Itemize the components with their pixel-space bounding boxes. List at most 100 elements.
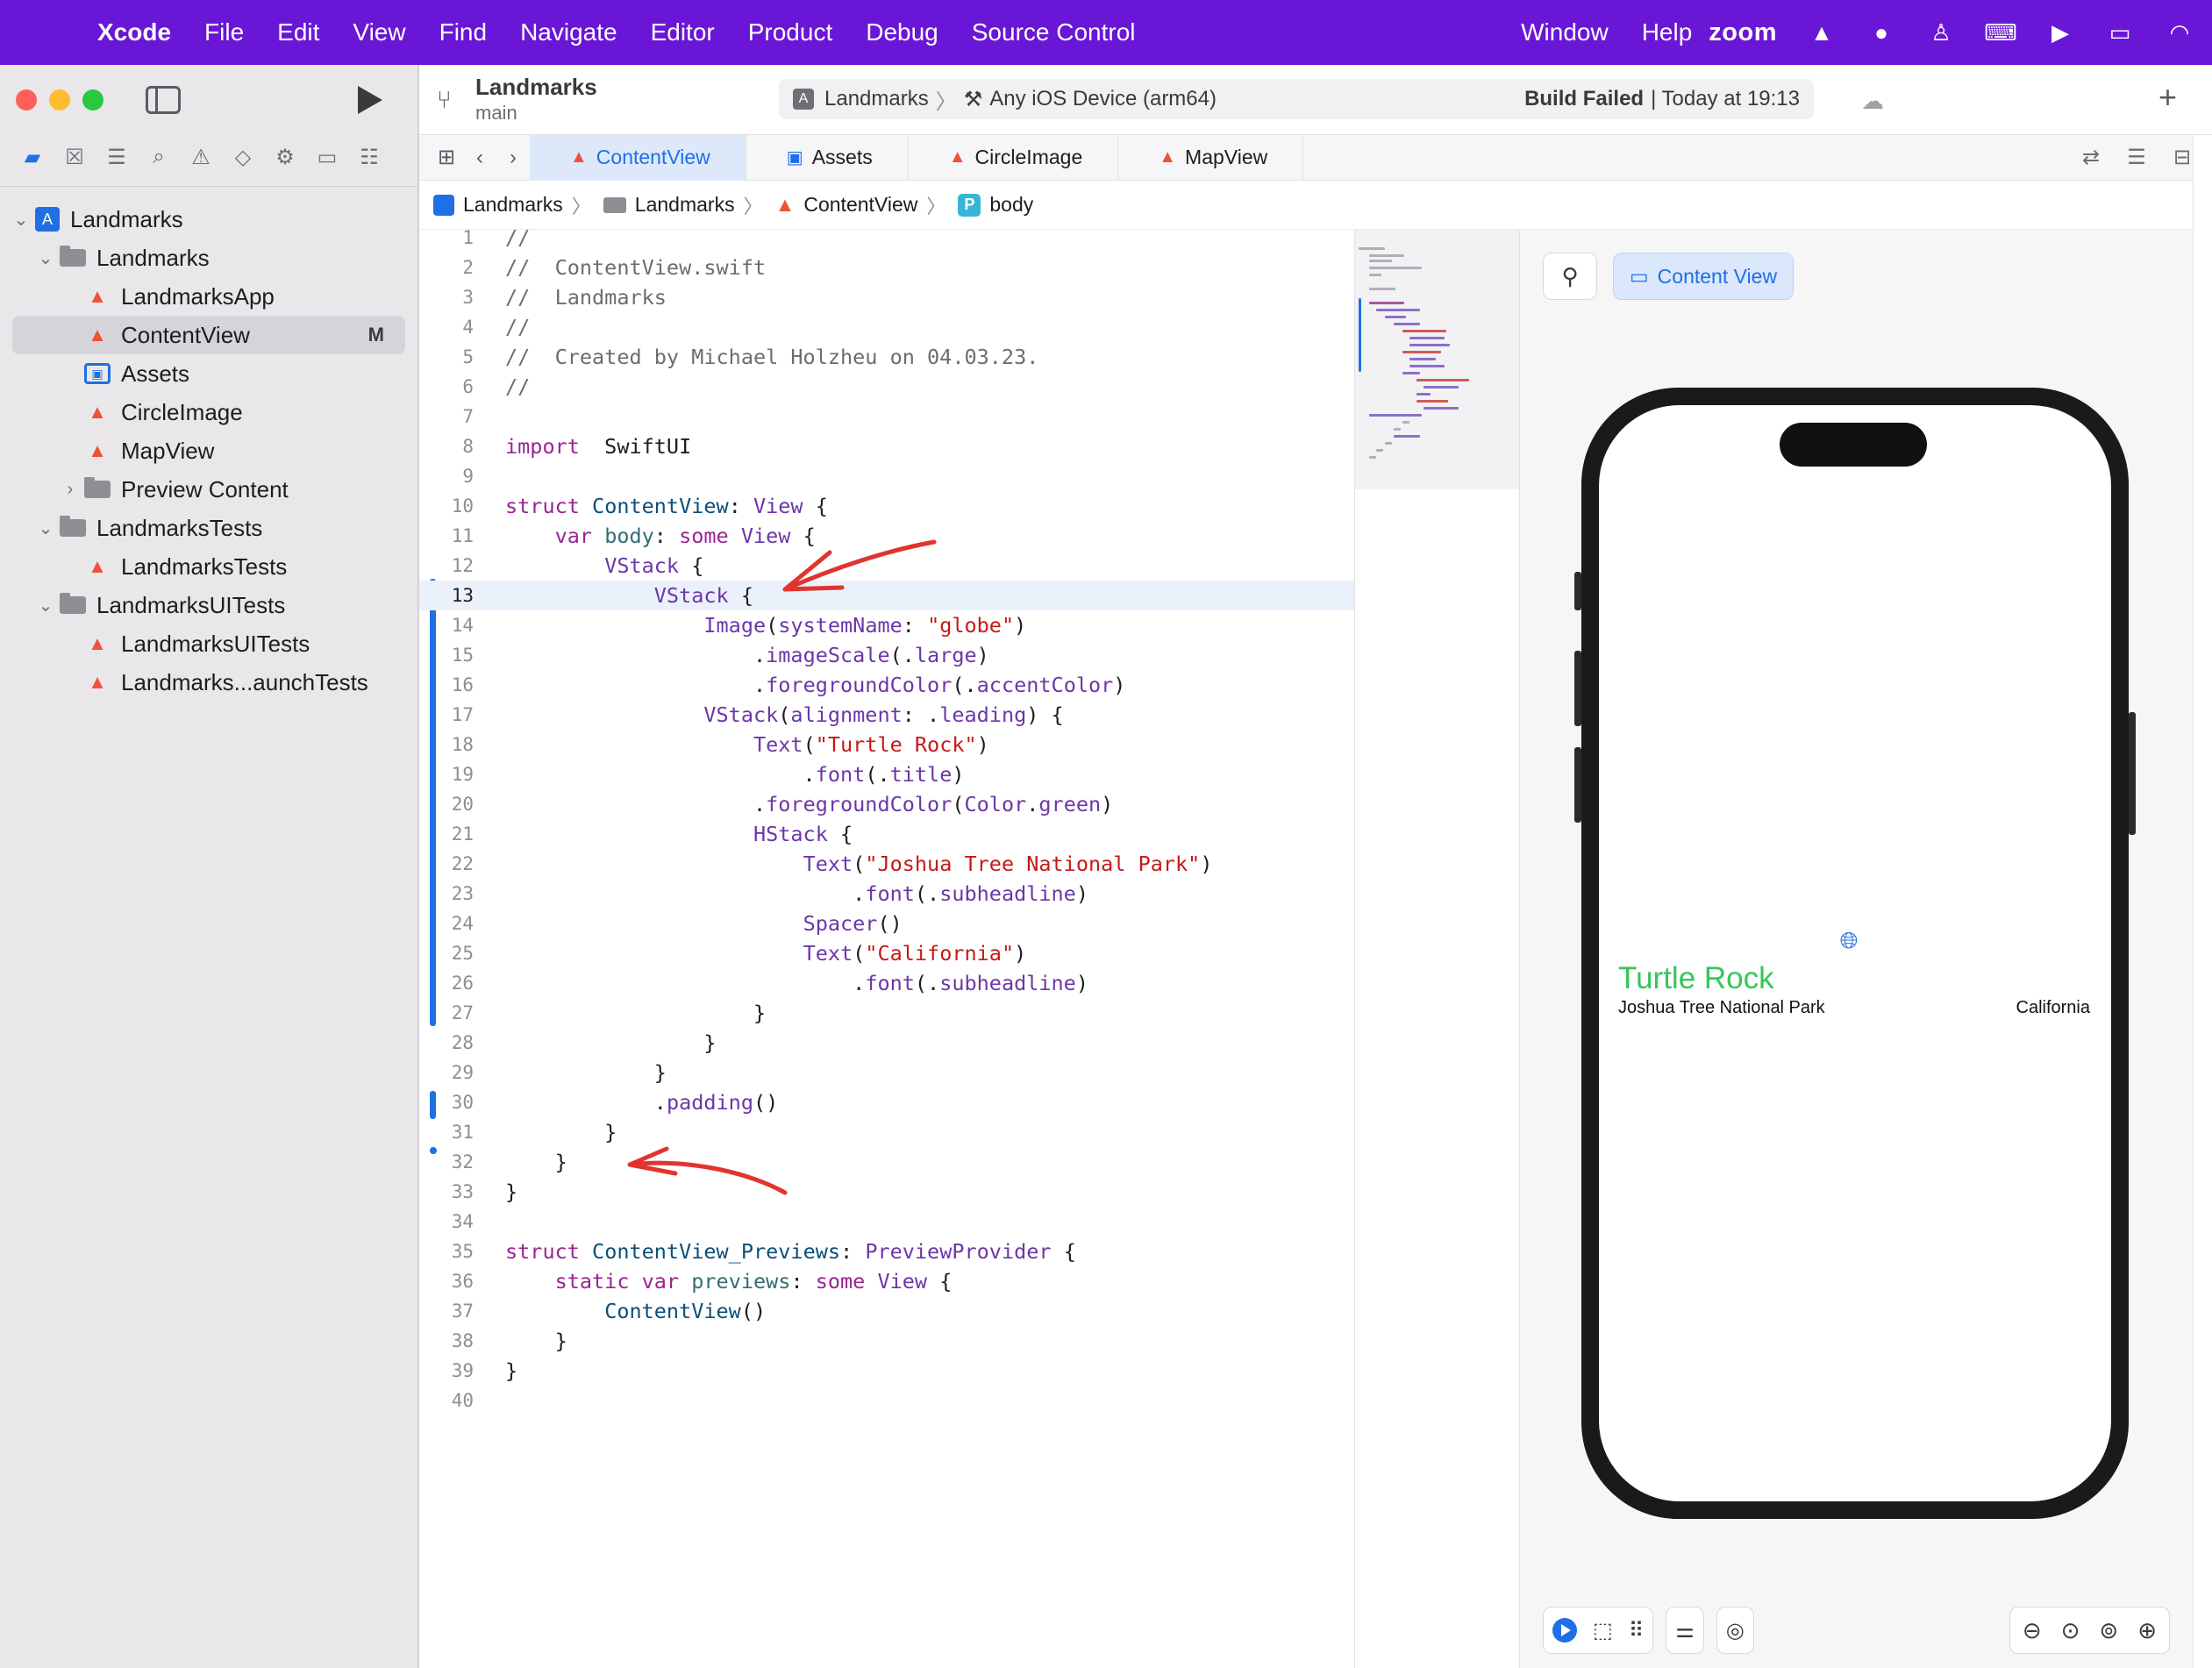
scheme-selector[interactable]: Landmarks [824, 87, 929, 111]
chevron-right-icon[interactable]: › [61, 480, 79, 500]
destination-selector[interactable]: Any iOS Device (arm64) [989, 87, 1217, 111]
location-icon[interactable]: ● [1866, 18, 1896, 47]
keyboard-icon[interactable]: ⌨ [1984, 18, 2017, 47]
variants-icon[interactable]: ⠿ [1629, 1618, 1645, 1643]
add-library-icon[interactable]: + [2158, 79, 2177, 116]
tree-item[interactable]: ▲ MapView [0, 431, 417, 470]
code-line[interactable]: 1 // [419, 223, 1354, 253]
code-line[interactable]: 26 .font(.subheadline) [419, 968, 1354, 998]
crumb-symbol[interactable]: P body [958, 193, 1033, 217]
minimap[interactable] [1354, 230, 1519, 489]
code-line[interactable]: 31 } [419, 1117, 1354, 1147]
zoom-out-icon[interactable]: ⊖ [2023, 1617, 2042, 1644]
menu-app-name[interactable]: Xcode [81, 18, 188, 46]
zoom-fit-icon[interactable]: ⊚ [2099, 1617, 2118, 1644]
code-line[interactable]: 13 VStack { [419, 581, 1354, 610]
tree-item[interactable]: ⌄ LandmarksTests [0, 509, 417, 547]
menu-editor[interactable]: Editor [634, 18, 731, 46]
device-icon[interactable]: ◎ [1726, 1618, 1745, 1643]
code-line[interactable]: 23 .font(.subheadline) [419, 879, 1354, 909]
tab-mapview[interactable]: ▲ MapView [1118, 134, 1304, 181]
minimize-window-button[interactable] [49, 89, 70, 110]
crumb-project[interactable]: Landmarks [433, 193, 563, 217]
drive-icon[interactable]: ▲ [1807, 18, 1837, 47]
tree-item[interactable]: ▲ LandmarksUITests [0, 624, 417, 663]
menu-window[interactable]: Window [1504, 18, 1625, 46]
chevron-down-icon[interactable]: ⌄ [37, 247, 54, 269]
zoom-window-button[interactable] [82, 89, 103, 110]
code-line[interactable]: 5 // Created by Michael Holzheu on 04.03.… [419, 342, 1354, 372]
branch-name[interactable]: main [475, 102, 517, 125]
tree-item[interactable]: › Preview Content [0, 470, 417, 509]
code-line[interactable]: 3 // Landmarks [419, 282, 1354, 312]
close-window-button[interactable] [16, 89, 37, 110]
code-line[interactable]: 24 Spacer() [419, 909, 1354, 938]
code-line[interactable]: 37 ContentView() [419, 1296, 1354, 1326]
related-items-icon[interactable]: ⊞ [430, 145, 463, 170]
source-editor[interactable]: 1 // 2 // ContentView.swift 3 // Landmarks 4 //… [419, 225, 1354, 1668]
chevron-down-icon[interactable]: ⌄ [37, 517, 54, 539]
menu-debug[interactable]: Debug [849, 18, 955, 46]
code-line[interactable]: 38 } [419, 1326, 1354, 1356]
code-line[interactable]: 16 .foregroundColor(.accentColor) [419, 670, 1354, 700]
find-navigator-icon[interactable]: ⌕ [147, 145, 170, 168]
code-line[interactable]: 21 HStack { [419, 819, 1354, 849]
tree-item[interactable]: ▲ LandmarksTests [0, 547, 417, 586]
code-line[interactable]: 17 VStack(alignment: .leading) { [419, 700, 1354, 730]
code-line[interactable]: 15 .imageScale(.large) [419, 640, 1354, 670]
wifi-icon[interactable]: ◠ [2165, 18, 2194, 47]
report-navigator-icon[interactable]: ☷ [358, 146, 381, 169]
code-line[interactable]: 18 Text("Turtle Rock") [419, 730, 1354, 759]
tab-circleimage[interactable]: ▲ CircleImage [909, 134, 1119, 181]
code-line[interactable]: 8 import SwiftUI [419, 431, 1354, 461]
tree-item[interactable]: ⌄ A Landmarks [0, 200, 417, 239]
source-control-navigator-icon[interactable]: ☒ [63, 146, 86, 169]
tree-item[interactable]: ▣ Assets [0, 354, 417, 393]
breakpoint-navigator-icon[interactable]: ▭ [316, 146, 339, 169]
menu-navigate[interactable]: Navigate [503, 18, 634, 46]
code-line[interactable]: 33} [419, 1177, 1354, 1207]
project-name[interactable]: Landmarks [475, 74, 597, 101]
crumb-group[interactable]: Landmarks [603, 193, 735, 217]
tab-contentview[interactable]: ▲ ContentView [530, 134, 746, 181]
code-line[interactable]: 6 // [419, 372, 1354, 402]
code-line[interactable]: 10 struct ContentView: View { [419, 491, 1354, 521]
tree-item[interactable]: ▲ CircleImage [0, 393, 417, 431]
back-icon[interactable]: ‹ [463, 146, 496, 170]
live-preview-icon[interactable] [1552, 1618, 1577, 1643]
debug-navigator-icon[interactable]: ⚙ [274, 146, 296, 169]
code-line[interactable]: 35 struct ContentView_Previews: PreviewPr… [419, 1237, 1354, 1266]
code-line[interactable]: 14 Image(systemName: "globe") [419, 610, 1354, 640]
symbol-navigator-icon[interactable]: ☰ [105, 146, 128, 169]
menu-file[interactable]: File [188, 18, 260, 46]
cloud-icon[interactable]: ☁ [1861, 88, 1884, 115]
code-line[interactable]: 20 .foregroundColor(Color.green) [419, 789, 1354, 819]
code-line[interactable]: 9 [419, 461, 1354, 491]
tree-item[interactable]: ⌄ Landmarks [0, 239, 417, 277]
chevron-down-icon[interactable]: ⌄ [12, 209, 30, 231]
battery-icon[interactable]: ▭ [2105, 18, 2135, 47]
code-line[interactable]: 30 .padding() [419, 1087, 1354, 1117]
tab-assets[interactable]: ▣ Assets [746, 134, 909, 181]
run-button[interactable] [358, 86, 382, 114]
play-circle-icon[interactable]: ▶ [2045, 18, 2075, 47]
code-line[interactable]: 2 // ContentView.swift [419, 253, 1354, 282]
code-line[interactable]: 36 static var previews: some View { [419, 1266, 1354, 1296]
train-icon[interactable]: ♙ [1926, 18, 1956, 47]
zoom-tray-label[interactable]: zoom [1709, 18, 1777, 47]
tree-item[interactable]: ▲ LandmarksApp [0, 277, 417, 316]
code-line[interactable]: 4 // [419, 312, 1354, 342]
code-line[interactable]: 40 [419, 1386, 1354, 1415]
zoom-in-icon[interactable]: ⊕ [2137, 1617, 2157, 1644]
test-navigator-icon[interactable]: ◇ [232, 146, 254, 169]
sidebar-toggle-icon[interactable] [146, 86, 181, 114]
zoom-actual-icon[interactable]: ⊙ [2061, 1617, 2080, 1644]
refresh-icon[interactable]: ⇄ [2068, 145, 2114, 170]
editor-options-icon[interactable]: ☰ [2114, 145, 2159, 170]
device-settings-icon[interactable]: ⚌ [1675, 1618, 1695, 1643]
code-line[interactable]: 22 Text("Joshua Tree National Park") [419, 849, 1354, 879]
selectable-mode-icon[interactable]: ⬚ [1593, 1618, 1613, 1643]
code-line[interactable]: 28 } [419, 1028, 1354, 1058]
menu-view[interactable]: View [336, 18, 422, 46]
code-line[interactable]: 34 [419, 1207, 1354, 1237]
